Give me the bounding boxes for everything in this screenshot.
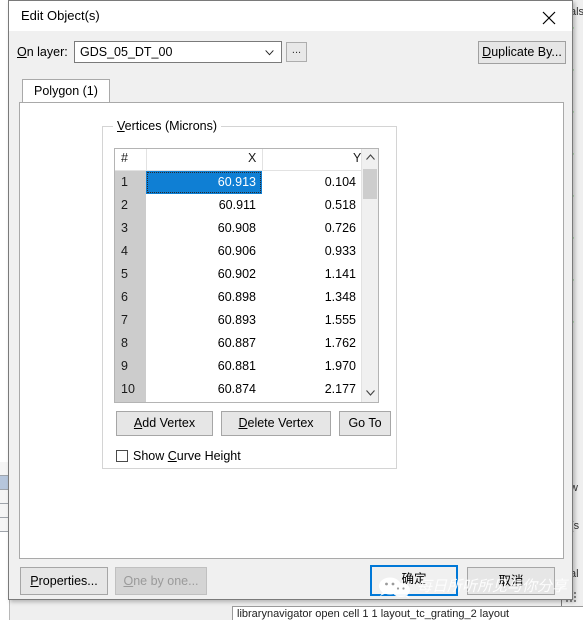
cell-x[interactable]: 60.887 — [146, 332, 262, 355]
close-icon — [542, 11, 556, 25]
show-curve-height-checkbox[interactable]: Show Curve Height — [116, 449, 241, 463]
tab-panel-polygon: Vertices (Microns) # X Y 1 60.913 0.104 — [19, 102, 564, 559]
table-row[interactable]: 11 60.858 2.591 — [115, 401, 378, 402]
add-vertex-accel: A — [133, 416, 143, 430]
cell-y[interactable]: 0.726 — [262, 217, 363, 240]
column-header-index[interactable]: # — [121, 151, 128, 165]
cell-y[interactable]: 1.555 — [262, 309, 363, 332]
vertices-table-body: 1 60.913 0.104 2 60.911 0.518 3 60.908 0… — [115, 171, 378, 402]
vertices-group-legend: Vertices (Microns) — [113, 119, 222, 133]
show-curve-height-accel: C — [167, 449, 177, 463]
cell-index: 11 — [115, 401, 146, 402]
tab-strip: Polygon (1) — [19, 79, 564, 103]
cell-x[interactable]: 60.902 — [146, 263, 262, 286]
scroll-down-button[interactable] — [362, 385, 378, 402]
cell-x[interactable]: 60.858 — [146, 401, 262, 402]
chevron-up-icon — [366, 154, 375, 160]
layer-select-value: GDS_05_DT_00 — [80, 45, 173, 59]
edit-objects-dialog: Edit Object(s) On layer: GDS_05_DT_00 ..… — [8, 0, 573, 600]
delete-vertex-button[interactable]: Delete Vertex — [221, 411, 331, 436]
show-curve-height-label-2: urve Height — [176, 449, 241, 463]
layer-browse-button[interactable]: ... — [286, 42, 307, 62]
cell-x[interactable]: 60.911 — [146, 194, 262, 217]
scroll-up-button[interactable] — [362, 149, 378, 166]
properties-rest: roperties... — [38, 574, 98, 588]
cell-y[interactable]: 0.933 — [262, 240, 363, 263]
layer-select[interactable]: GDS_05_DT_00 — [74, 41, 282, 63]
cell-y[interactable]: 1.762 — [262, 332, 363, 355]
dialog-title-bar: Edit Object(s) — [9, 1, 572, 31]
cell-index: 5 — [115, 263, 146, 286]
cell-y[interactable]: 1.970 — [262, 355, 363, 378]
cell-index: 9 — [115, 355, 146, 378]
table-row[interactable]: 5 60.902 1.141 — [115, 263, 378, 286]
scrollbar-thumb[interactable] — [363, 169, 377, 199]
cell-x[interactable]: 60.908 — [146, 217, 262, 240]
cell-index: 1 — [115, 171, 146, 194]
cell-index: 7 — [115, 309, 146, 332]
ok-button[interactable]: 确定 — [370, 565, 458, 596]
cell-index: 6 — [115, 286, 146, 309]
chevron-down-icon — [265, 50, 274, 56]
column-header-x[interactable]: X — [248, 151, 256, 165]
cell-x[interactable]: 60.893 — [146, 309, 262, 332]
table-row[interactable]: 6 60.898 1.348 — [115, 286, 378, 309]
table-row[interactable]: 10 60.874 2.177 — [115, 378, 378, 401]
vertices-table-header: # X Y — [115, 149, 378, 171]
table-row[interactable]: 7 60.893 1.555 — [115, 309, 378, 332]
one-by-one-rest: ne by one... — [133, 574, 199, 588]
cell-y[interactable]: 0.104 — [262, 171, 363, 194]
duplicate-by-rest: uplicate By... — [491, 45, 562, 59]
table-row[interactable]: 8 60.887 1.762 — [115, 332, 378, 355]
cell-index: 4 — [115, 240, 146, 263]
on-layer-label-rest: n layer: — [26, 45, 68, 59]
vertices-table-scrollbar[interactable] — [361, 149, 378, 402]
cancel-button[interactable]: 取消 — [467, 567, 555, 595]
vertices-group-legend-rest: ertices (Microns) — [124, 119, 218, 133]
on-layer-label: On layer: — [17, 45, 68, 59]
cell-y[interactable]: 2.591 — [262, 401, 363, 402]
delete-vertex-rest: elete Vertex — [247, 416, 314, 430]
properties-button[interactable]: Properties... — [20, 567, 108, 595]
cell-y[interactable]: 2.177 — [262, 378, 363, 401]
one-by-one-button: One by one... — [115, 567, 207, 595]
vertices-table[interactable]: # X Y 1 60.913 0.104 2 60.911 0.518 3 60… — [114, 148, 379, 403]
chevron-down-icon — [366, 390, 375, 396]
duplicate-by-accel: D — [482, 45, 492, 59]
on-layer-label-accel: O — [17, 45, 27, 59]
vertices-group: Vertices (Microns) # X Y 1 60.913 0.104 — [102, 119, 397, 469]
vertices-group-legend-accel: V — [117, 119, 125, 133]
add-vertex-button[interactable]: Add Vertex — [116, 411, 213, 436]
one-by-one-accel: O — [123, 574, 134, 588]
cell-x[interactable]: 60.881 — [146, 355, 262, 378]
cell-index: 8 — [115, 332, 146, 355]
cell-x[interactable]: 60.874 — [146, 378, 262, 401]
go-to-button[interactable]: Go To — [339, 411, 391, 436]
cell-index: 2 — [115, 194, 146, 217]
table-row[interactable]: 9 60.881 1.970 — [115, 355, 378, 378]
show-curve-height-label-1: Show — [133, 449, 168, 463]
cell-x[interactable]: 60.906 — [146, 240, 262, 263]
cell-index: 10 — [115, 378, 146, 401]
delete-vertex-accel: D — [238, 416, 248, 430]
dialog-title: Edit Object(s) — [21, 8, 100, 23]
cell-x[interactable]: 60.913 — [146, 171, 262, 194]
table-row[interactable]: 3 60.908 0.726 — [115, 217, 378, 240]
close-button[interactable] — [527, 1, 572, 31]
cell-y[interactable]: 0.518 — [262, 194, 363, 217]
properties-accel: P — [30, 574, 39, 588]
cell-x[interactable]: 60.898 — [146, 286, 262, 309]
cell-y[interactable]: 1.348 — [262, 286, 363, 309]
table-row[interactable]: 1 60.913 0.104 — [115, 171, 378, 194]
cell-index: 3 — [115, 217, 146, 240]
checkbox-box — [116, 450, 128, 462]
duplicate-by-button[interactable]: Duplicate By... — [478, 41, 566, 64]
tab-polygon[interactable]: Polygon (1) — [22, 79, 110, 103]
table-row[interactable]: 4 60.906 0.933 — [115, 240, 378, 263]
background-status-line: librarynavigator open cell 1 1 layout_tc… — [232, 606, 583, 620]
add-vertex-rest: dd Vertex — [142, 416, 196, 430]
cell-y[interactable]: 1.141 — [262, 263, 363, 286]
table-row[interactable]: 2 60.911 0.518 — [115, 194, 378, 217]
